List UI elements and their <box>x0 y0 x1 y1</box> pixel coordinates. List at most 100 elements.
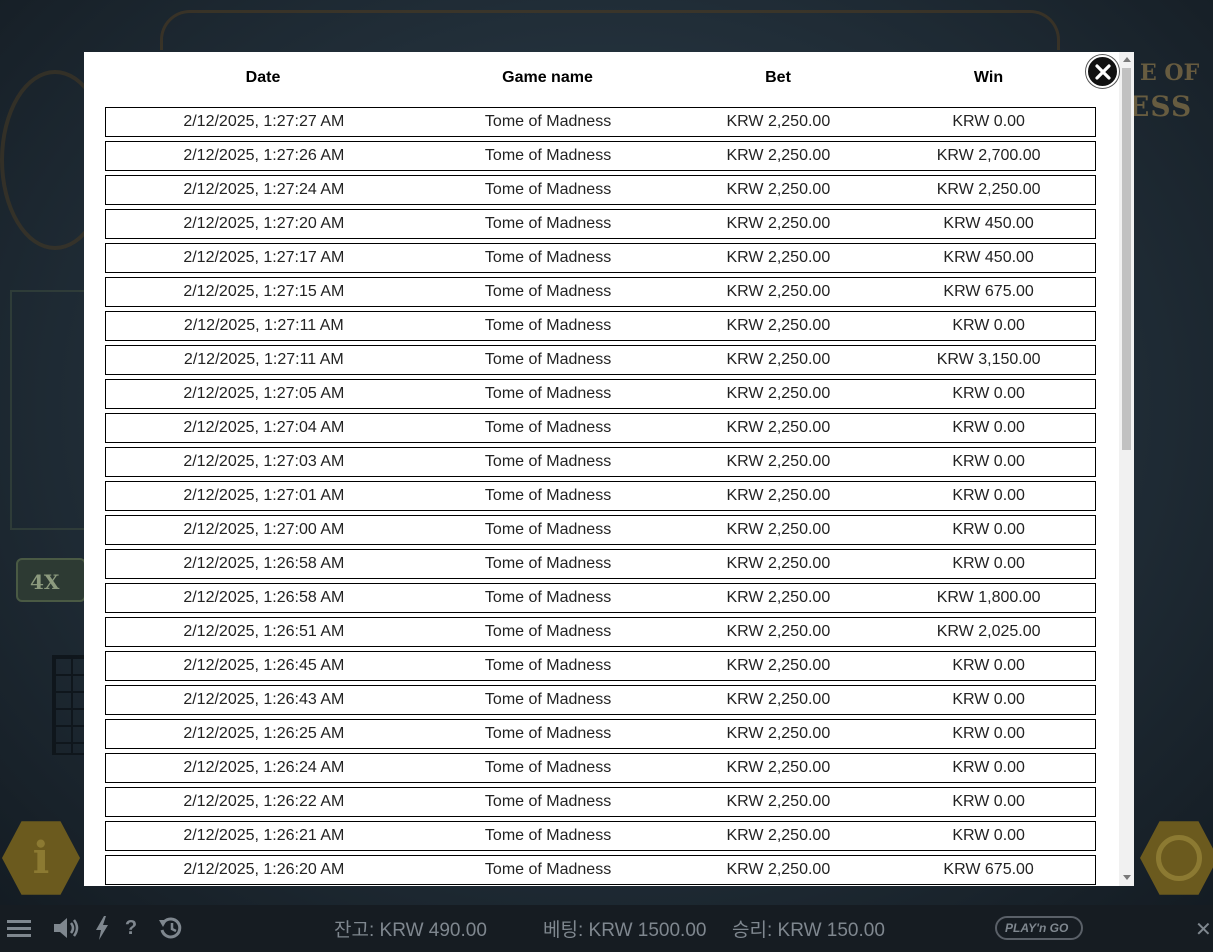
row-game-name: Tome of Madness <box>484 623 612 640</box>
row-game-name: Tome of Madness <box>484 385 612 402</box>
table-row[interactable]: 2/12/2025, 1:26:58 AM Tome of Madness KRW … <box>105 583 1096 613</box>
table-row[interactable]: 2/12/2025, 1:26:43 AM Tome of Madness KRW … <box>105 685 1096 715</box>
table-row[interactable]: 2/12/2025, 1:27:11 AM Tome of Madness KRW … <box>105 311 1096 341</box>
table-row[interactable]: 2/12/2025, 1:26:22 AM Tome of Madness KRW … <box>105 787 1096 817</box>
menu-button[interactable] <box>6 915 32 941</box>
row-game-name: Tome of Madness <box>484 725 612 742</box>
row-win: KRW 450.00 <box>943 215 1034 232</box>
menu-icon <box>7 920 31 937</box>
row-win: KRW 3,150.00 <box>936 351 1041 368</box>
table-row[interactable]: 2/12/2025, 1:27:04 AM Tome of Madness KRW … <box>105 413 1096 443</box>
help-icon: ? <box>124 916 138 939</box>
table-row[interactable]: 2/12/2025, 1:27:03 AM Tome of Madness KRW … <box>105 447 1096 477</box>
row-bet: KRW 2,250.00 <box>726 419 831 436</box>
row-win: KRW 2,025.00 <box>936 623 1041 640</box>
scroll-up-arrow[interactable] <box>1123 57 1131 62</box>
row-bet: KRW 2,250.00 <box>726 487 831 504</box>
history-button[interactable] <box>158 915 184 941</box>
row-date: 2/12/2025, 1:27:01 AM <box>183 487 345 504</box>
scroll-down-arrow[interactable] <box>1123 875 1131 880</box>
row-win: KRW 1,800.00 <box>936 589 1041 606</box>
table-row[interactable]: 2/12/2025, 1:26:24 AM Tome of Madness KRW … <box>105 753 1096 783</box>
row-date: 2/12/2025, 1:27:24 AM <box>183 181 345 198</box>
close-icon <box>1094 63 1111 80</box>
table-header: Date Game name Bet Win <box>105 69 1095 91</box>
table-row[interactable]: 2/12/2025, 1:27:17 AM Tome of Madness KRW … <box>105 243 1096 273</box>
row-win: KRW 0.00 <box>952 555 1025 572</box>
table-row[interactable]: 2/12/2025, 1:27:24 AM Tome of Madness KRW … <box>105 175 1096 205</box>
row-game-name: Tome of Madness <box>484 691 612 708</box>
table-row[interactable]: 2/12/2025, 1:26:25 AM Tome of Madness KRW … <box>105 719 1096 749</box>
row-bet: KRW 2,250.00 <box>726 555 831 572</box>
table-row[interactable]: 2/12/2025, 1:27:05 AM Tome of Madness KRW … <box>105 379 1096 409</box>
row-game-name: Tome of Madness <box>484 589 612 606</box>
table-row[interactable]: 2/12/2025, 1:26:45 AM Tome of Madness KRW … <box>105 651 1096 681</box>
table-row[interactable]: 2/12/2025, 1:26:58 AM Tome of Madness KRW … <box>105 549 1096 579</box>
row-date: 2/12/2025, 1:26:45 AM <box>183 657 345 674</box>
row-date: 2/12/2025, 1:27:27 AM <box>183 113 345 130</box>
row-bet: KRW 2,250.00 <box>726 725 831 742</box>
row-date: 2/12/2025, 1:26:21 AM <box>183 827 345 844</box>
row-date: 2/12/2025, 1:27:26 AM <box>183 147 345 164</box>
table-row[interactable]: 2/12/2025, 1:26:21 AM Tome of Madness KRW … <box>105 821 1096 851</box>
sound-button[interactable] <box>52 915 80 941</box>
modal-scrollbar[interactable] <box>1119 52 1134 886</box>
row-win: KRW 675.00 <box>943 861 1034 878</box>
row-date: 2/12/2025, 1:26:51 AM <box>183 623 345 640</box>
row-date: 2/12/2025, 1:27:03 AM <box>183 453 345 470</box>
row-bet: KRW 2,250.00 <box>726 759 831 776</box>
row-win: KRW 0.00 <box>952 725 1025 742</box>
scrollbar-thumb[interactable] <box>1122 68 1131 450</box>
close-button[interactable] <box>1086 55 1119 88</box>
row-game-name: Tome of Madness <box>484 317 612 334</box>
row-bet: KRW 2,250.00 <box>726 317 831 334</box>
row-game-name: Tome of Madness <box>484 351 612 368</box>
row-game-name: Tome of Madness <box>484 419 612 436</box>
table-row[interactable]: 2/12/2025, 1:27:26 AM Tome of Madness KRW … <box>105 141 1096 171</box>
header-bet: Bet <box>765 69 791 86</box>
spin-icon <box>1156 835 1202 881</box>
row-bet: KRW 2,250.00 <box>726 691 831 708</box>
row-date: 2/12/2025, 1:27:11 AM <box>183 351 344 368</box>
row-game-name: Tome of Madness <box>484 657 612 674</box>
table-row[interactable]: 2/12/2025, 1:27:27 AM Tome of Madness KRW … <box>105 107 1096 137</box>
row-date: 2/12/2025, 1:27:11 AM <box>183 317 344 334</box>
table-row[interactable]: 2/12/2025, 1:26:51 AM Tome of Madness KRW … <box>105 617 1096 647</box>
row-bet: KRW 2,250.00 <box>726 861 831 878</box>
history-icon <box>159 917 182 939</box>
balance-display: 잔고: KRW 490.00 <box>334 920 487 941</box>
row-win: KRW 0.00 <box>952 113 1025 130</box>
multiplier-badge: 4X <box>16 558 86 602</box>
table-row[interactable]: 2/12/2025, 1:27:11 AM Tome of Madness KRW … <box>105 345 1096 375</box>
row-win: KRW 0.00 <box>952 521 1025 538</box>
row-date: 2/12/2025, 1:27:05 AM <box>183 385 345 402</box>
row-game-name: Tome of Madness <box>484 555 612 572</box>
header-date: Date <box>245 69 281 86</box>
row-bet: KRW 2,250.00 <box>726 623 831 640</box>
info-button[interactable]: i <box>2 821 80 895</box>
side-panel <box>10 290 86 530</box>
row-game-name: Tome of Madness <box>484 283 612 300</box>
row-win: KRW 2,700.00 <box>936 147 1041 164</box>
row-game-name: Tome of Madness <box>484 793 612 810</box>
row-date: 2/12/2025, 1:27:00 AM <box>183 521 345 538</box>
row-game-name: Tome of Madness <box>484 521 612 538</box>
row-date: 2/12/2025, 1:27:15 AM <box>183 283 345 300</box>
table-row[interactable]: 2/12/2025, 1:27:20 AM Tome of Madness KRW … <box>105 209 1096 239</box>
row-bet: KRW 2,250.00 <box>726 657 831 674</box>
row-date: 2/12/2025, 1:26:43 AM <box>183 691 345 708</box>
win-display: 승리: KRW 150.00 <box>732 920 885 941</box>
table-row[interactable]: 2/12/2025, 1:26:20 AM Tome of Madness KRW … <box>105 855 1096 885</box>
row-bet: KRW 2,250.00 <box>726 351 831 368</box>
row-date: 2/12/2025, 1:27:20 AM <box>183 215 345 232</box>
row-win: KRW 0.00 <box>952 317 1025 334</box>
table-row[interactable]: 2/12/2025, 1:27:01 AM Tome of Madness KRW … <box>105 481 1096 511</box>
spin-button[interactable] <box>1140 821 1213 895</box>
exit-game-button[interactable]: ✕ <box>1195 917 1212 942</box>
row-bet: KRW 2,250.00 <box>726 249 831 266</box>
row-bet: KRW 2,250.00 <box>726 827 831 844</box>
help-button[interactable]: ? <box>124 915 138 941</box>
table-row[interactable]: 2/12/2025, 1:27:15 AM Tome of Madness KRW … <box>105 277 1096 307</box>
table-row[interactable]: 2/12/2025, 1:27:00 AM Tome of Madness KRW … <box>105 515 1096 545</box>
turbo-button[interactable] <box>94 915 110 941</box>
